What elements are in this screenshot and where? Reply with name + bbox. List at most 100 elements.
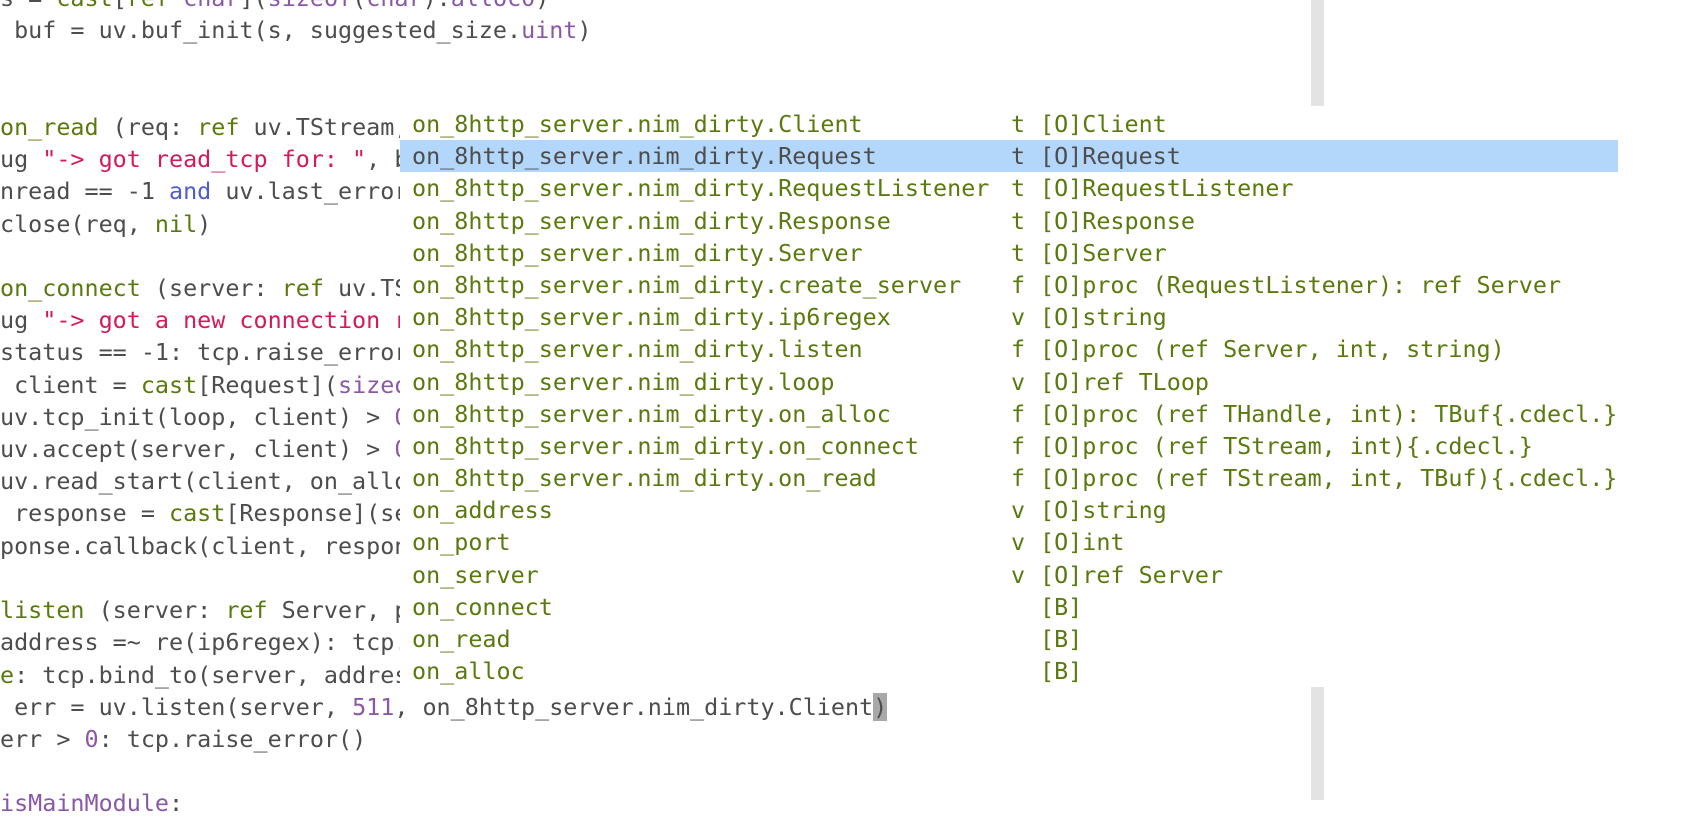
code-line[interactable]: buf = uv.buf_init(s, suggested_size.uint…	[0, 14, 592, 46]
code-line[interactable]: address =~ re(ip6regex): tcp.	[0, 626, 408, 658]
completion-item[interactable]: on_8http_server.nim_dirty.create_server f…	[400, 269, 1618, 301]
column-ruler	[1311, 682, 1324, 800]
code-line[interactable]: on_read (req: ref uv.TStream,	[0, 111, 422, 143]
code-token: , on_8http_server.nim_dirty.Client	[394, 692, 874, 721]
code-token: uv.last_error	[211, 177, 409, 206]
code-token: (	[352, 0, 366, 12]
code-line[interactable]: e: tcp.bind_to(server, addres	[0, 659, 408, 691]
completion-item[interactable]: on_port v [O]int	[400, 526, 1618, 558]
completion-name: on_8http_server.nim_dirty.on_connect	[412, 431, 919, 460]
completion-item[interactable]: on_8http_server.nim_dirty.Client t [O]Clie…	[400, 108, 1618, 140]
code-line[interactable]: s = cast[ref char](sizeof(char).alloc0)	[0, 0, 549, 14]
completion-signature: [O]Request	[1040, 142, 1181, 171]
completion-name: on_8http_server.nim_dirty.ip6regex	[412, 303, 891, 332]
completion-name: on_server	[412, 560, 539, 589]
completion-item[interactable]: on_8http_server.nim_dirty.loop v [O]ref TL…	[400, 366, 1618, 398]
completion-kind: v	[1011, 303, 1026, 332]
completion-signature: [O]proc (ref TStream, int, TBuf){.cdecl.…	[1040, 464, 1618, 493]
code-token: e	[0, 660, 15, 689]
code-line[interactable]: err > 0: tcp.raise_error()	[0, 723, 366, 755]
completion-signature: [O]int	[1040, 528, 1125, 557]
completion-signature: [O]ref TLoop	[1040, 367, 1209, 396]
completion-item[interactable]: on_server v [O]ref Server	[400, 559, 1618, 591]
completion-item[interactable]: on_address v [O]string	[400, 494, 1618, 526]
code-line[interactable]: isMainModule:	[0, 787, 183, 819]
code-token: Server, p	[267, 596, 409, 625]
completion-item[interactable]: on_8http_server.nim_dirty.Response t [O]Re…	[400, 205, 1618, 237]
code-token: uint	[521, 16, 578, 45]
code-line[interactable]: on_connect (server: ref uv.TS	[0, 272, 408, 304]
completion-item[interactable]: on_8http_server.nim_dirty.Request t [O]Req…	[400, 140, 1618, 173]
code-token: uv.tcp_init(loop, client) >	[0, 402, 395, 431]
code-token: ref	[281, 273, 324, 302]
completion-name: on_8http_server.nim_dirty.Client	[412, 110, 863, 138]
completion-signature: [O]proc (RequestListener): ref Server	[1040, 270, 1562, 299]
code-token: buf = uv.buf_init(s, suggested_size.	[0, 16, 522, 45]
code-line[interactable]: uv.tcp_init(loop, client) > 0	[0, 401, 408, 433]
completion-signature: [O]proc (ref THandle, int): TBuf{.cdecl.…	[1040, 399, 1618, 428]
autocomplete-popup[interactable]: on_8http_server.nim_dirty.Client t [O]Clie…	[400, 108, 1618, 688]
completion-item[interactable]: on_connect [B]	[400, 591, 1618, 623]
code-token: :	[169, 789, 184, 818]
code-line[interactable]: response = cast[Response](se	[0, 497, 408, 529]
code-token: isMainModule	[0, 789, 169, 818]
completion-name: on_8http_server.nim_dirty.loop	[412, 367, 835, 396]
completion-item[interactable]: on_8http_server.nim_dirty.RequestListene…	[400, 172, 1618, 204]
code-line[interactable]: err = uv.listen(server, 511, on_8http_se…	[0, 691, 888, 723]
code-token: [Request](	[197, 370, 338, 399]
code-token: listen	[0, 596, 85, 625]
code-token: on_connect	[0, 273, 141, 302]
code-token: nil	[154, 209, 198, 238]
completion-kind: f	[1011, 464, 1026, 493]
completion-item[interactable]: on_8http_server.nim_dirty.on_connect f [O]…	[400, 430, 1618, 462]
completion-name: on_port	[412, 528, 511, 557]
code-line[interactable]: close(req, nil)	[0, 208, 211, 240]
completion-signature: [O]ref Server	[1040, 560, 1224, 589]
completion-kind: v	[1011, 367, 1026, 396]
completion-item[interactable]: on_alloc [B]	[400, 655, 1618, 687]
code-line[interactable]: uv.read_start(client, on_allo	[0, 465, 408, 497]
code-token: sizeof	[268, 0, 353, 12]
code-token: (req:	[98, 112, 198, 141]
code-line[interactable]: listen (server: ref Server, p	[0, 594, 408, 626]
completion-kind: v	[1011, 496, 1026, 525]
code-token: "-> got a new connection r	[42, 306, 409, 335]
completion-name: on_address	[412, 496, 553, 525]
code-token: ref	[197, 112, 240, 141]
code-line[interactable]: ponse.callback(client, respon	[0, 530, 408, 562]
column-ruler	[1311, 0, 1324, 106]
code-token: uv.TStream,	[239, 112, 423, 141]
code-token: err = uv.listen(server,	[0, 692, 353, 721]
completion-name: on_read	[412, 625, 511, 653]
completion-name: on_alloc	[412, 657, 525, 686]
completion-item[interactable]: on_8http_server.nim_dirty.ip6regex v [O]st…	[400, 301, 1618, 333]
code-token: ug	[0, 306, 43, 335]
code-token: char	[366, 0, 422, 12]
completion-item[interactable]: on_read [B]	[400, 623, 1618, 655]
code-token: "-> got read_tcp for: "	[42, 145, 367, 174]
completion-kind: t	[1011, 174, 1026, 203]
completion-name: on_connect	[412, 592, 553, 621]
code-token: [	[113, 0, 127, 12]
code-token: ).	[423, 0, 451, 12]
code-token: char	[183, 0, 239, 12]
completion-item[interactable]: on_8http_server.nim_dirty.on_read f [O]pro…	[400, 462, 1618, 494]
code-line[interactable]: ug "-> got read_tcp for: ", b	[0, 143, 408, 175]
text-cursor: )	[873, 692, 888, 721]
code-line[interactable]: client = cast[Request](sizeo	[0, 369, 408, 401]
completion-item[interactable]: on_8http_server.nim_dirty.on_alloc f [O]pr…	[400, 398, 1618, 430]
code-line[interactable]: ug "-> got a new connection r	[0, 304, 408, 336]
completion-item[interactable]: on_8http_server.nim_dirty.Server t [O]Serv…	[400, 237, 1618, 269]
completion-item[interactable]: on_8http_server.nim_dirty.listen f [O]proc…	[400, 333, 1618, 365]
code-token: client =	[0, 370, 141, 399]
code-token: nread == -1	[0, 177, 169, 206]
code-token: uv.read_start(client, on_allo	[0, 467, 409, 496]
code-line[interactable]: nread == -1 and uv.last_error	[0, 175, 408, 207]
code-line[interactable]: uv.accept(server, client) > 0	[0, 433, 408, 465]
completion-signature: [O]RequestListener	[1040, 174, 1294, 203]
code-token: [Response](se	[225, 499, 409, 528]
completion-signature: [O]string	[1040, 496, 1167, 525]
code-token: uv.accept(server, client) >	[0, 435, 395, 464]
code-line[interactable]: status == -1: tcp.raise_error	[0, 336, 408, 368]
code-token: )	[577, 16, 592, 45]
